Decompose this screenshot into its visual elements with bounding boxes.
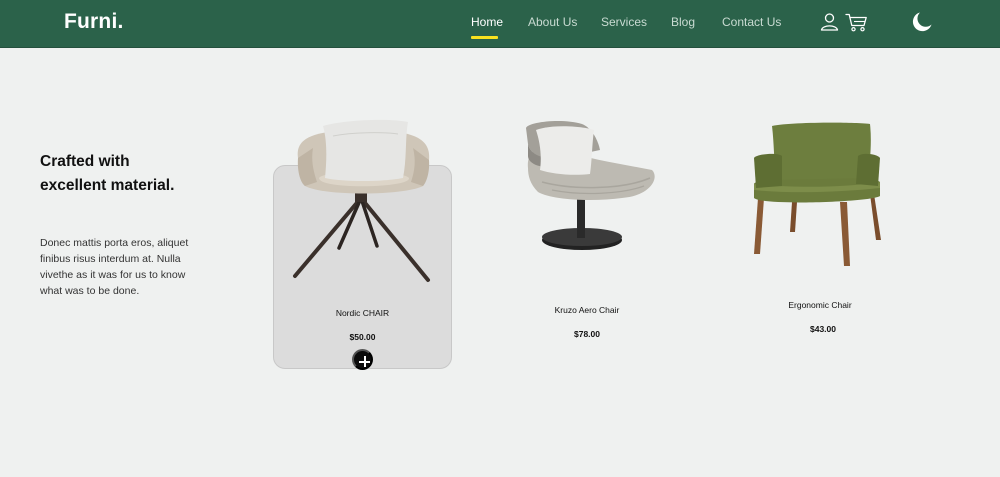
brand-logo[interactable]: Furni. — [64, 10, 124, 34]
product-price: $50.00 — [349, 332, 376, 342]
product-price: $43.00 — [810, 324, 836, 334]
product-name: Nordic CHAIR — [335, 308, 390, 318]
product-name: Kruzo Aero Chair — [554, 305, 620, 315]
kruzo-aero-chair-image[interactable] — [522, 120, 660, 260]
nav-about-us[interactable]: About Us — [528, 15, 577, 29]
nav-contact-us[interactable]: Contact Us — [722, 15, 781, 29]
moon-icon[interactable] — [911, 11, 933, 38]
cart-icon[interactable] — [845, 13, 868, 37]
nav-services[interactable]: Services — [601, 15, 647, 29]
user-icon[interactable] — [820, 12, 839, 36]
navbar: Furni. Home About Us Services Blog Conta… — [0, 0, 1000, 48]
add-to-cart-button[interactable] — [352, 349, 373, 370]
nordic-chair-image[interactable] — [283, 118, 443, 288]
section-description: Donec mattis porta eros, aliquet finibus… — [40, 237, 189, 297]
product-name: Ergonomic Chair — [788, 300, 852, 310]
active-nav-indicator — [471, 36, 498, 39]
section-title: Crafted with excellent material. — [40, 153, 175, 194]
nav-home[interactable]: Home — [471, 15, 503, 29]
ergonomic-chair-image[interactable] — [752, 122, 882, 275]
nav-blog[interactable]: Blog — [671, 15, 695, 29]
product-price: $78.00 — [574, 329, 600, 339]
